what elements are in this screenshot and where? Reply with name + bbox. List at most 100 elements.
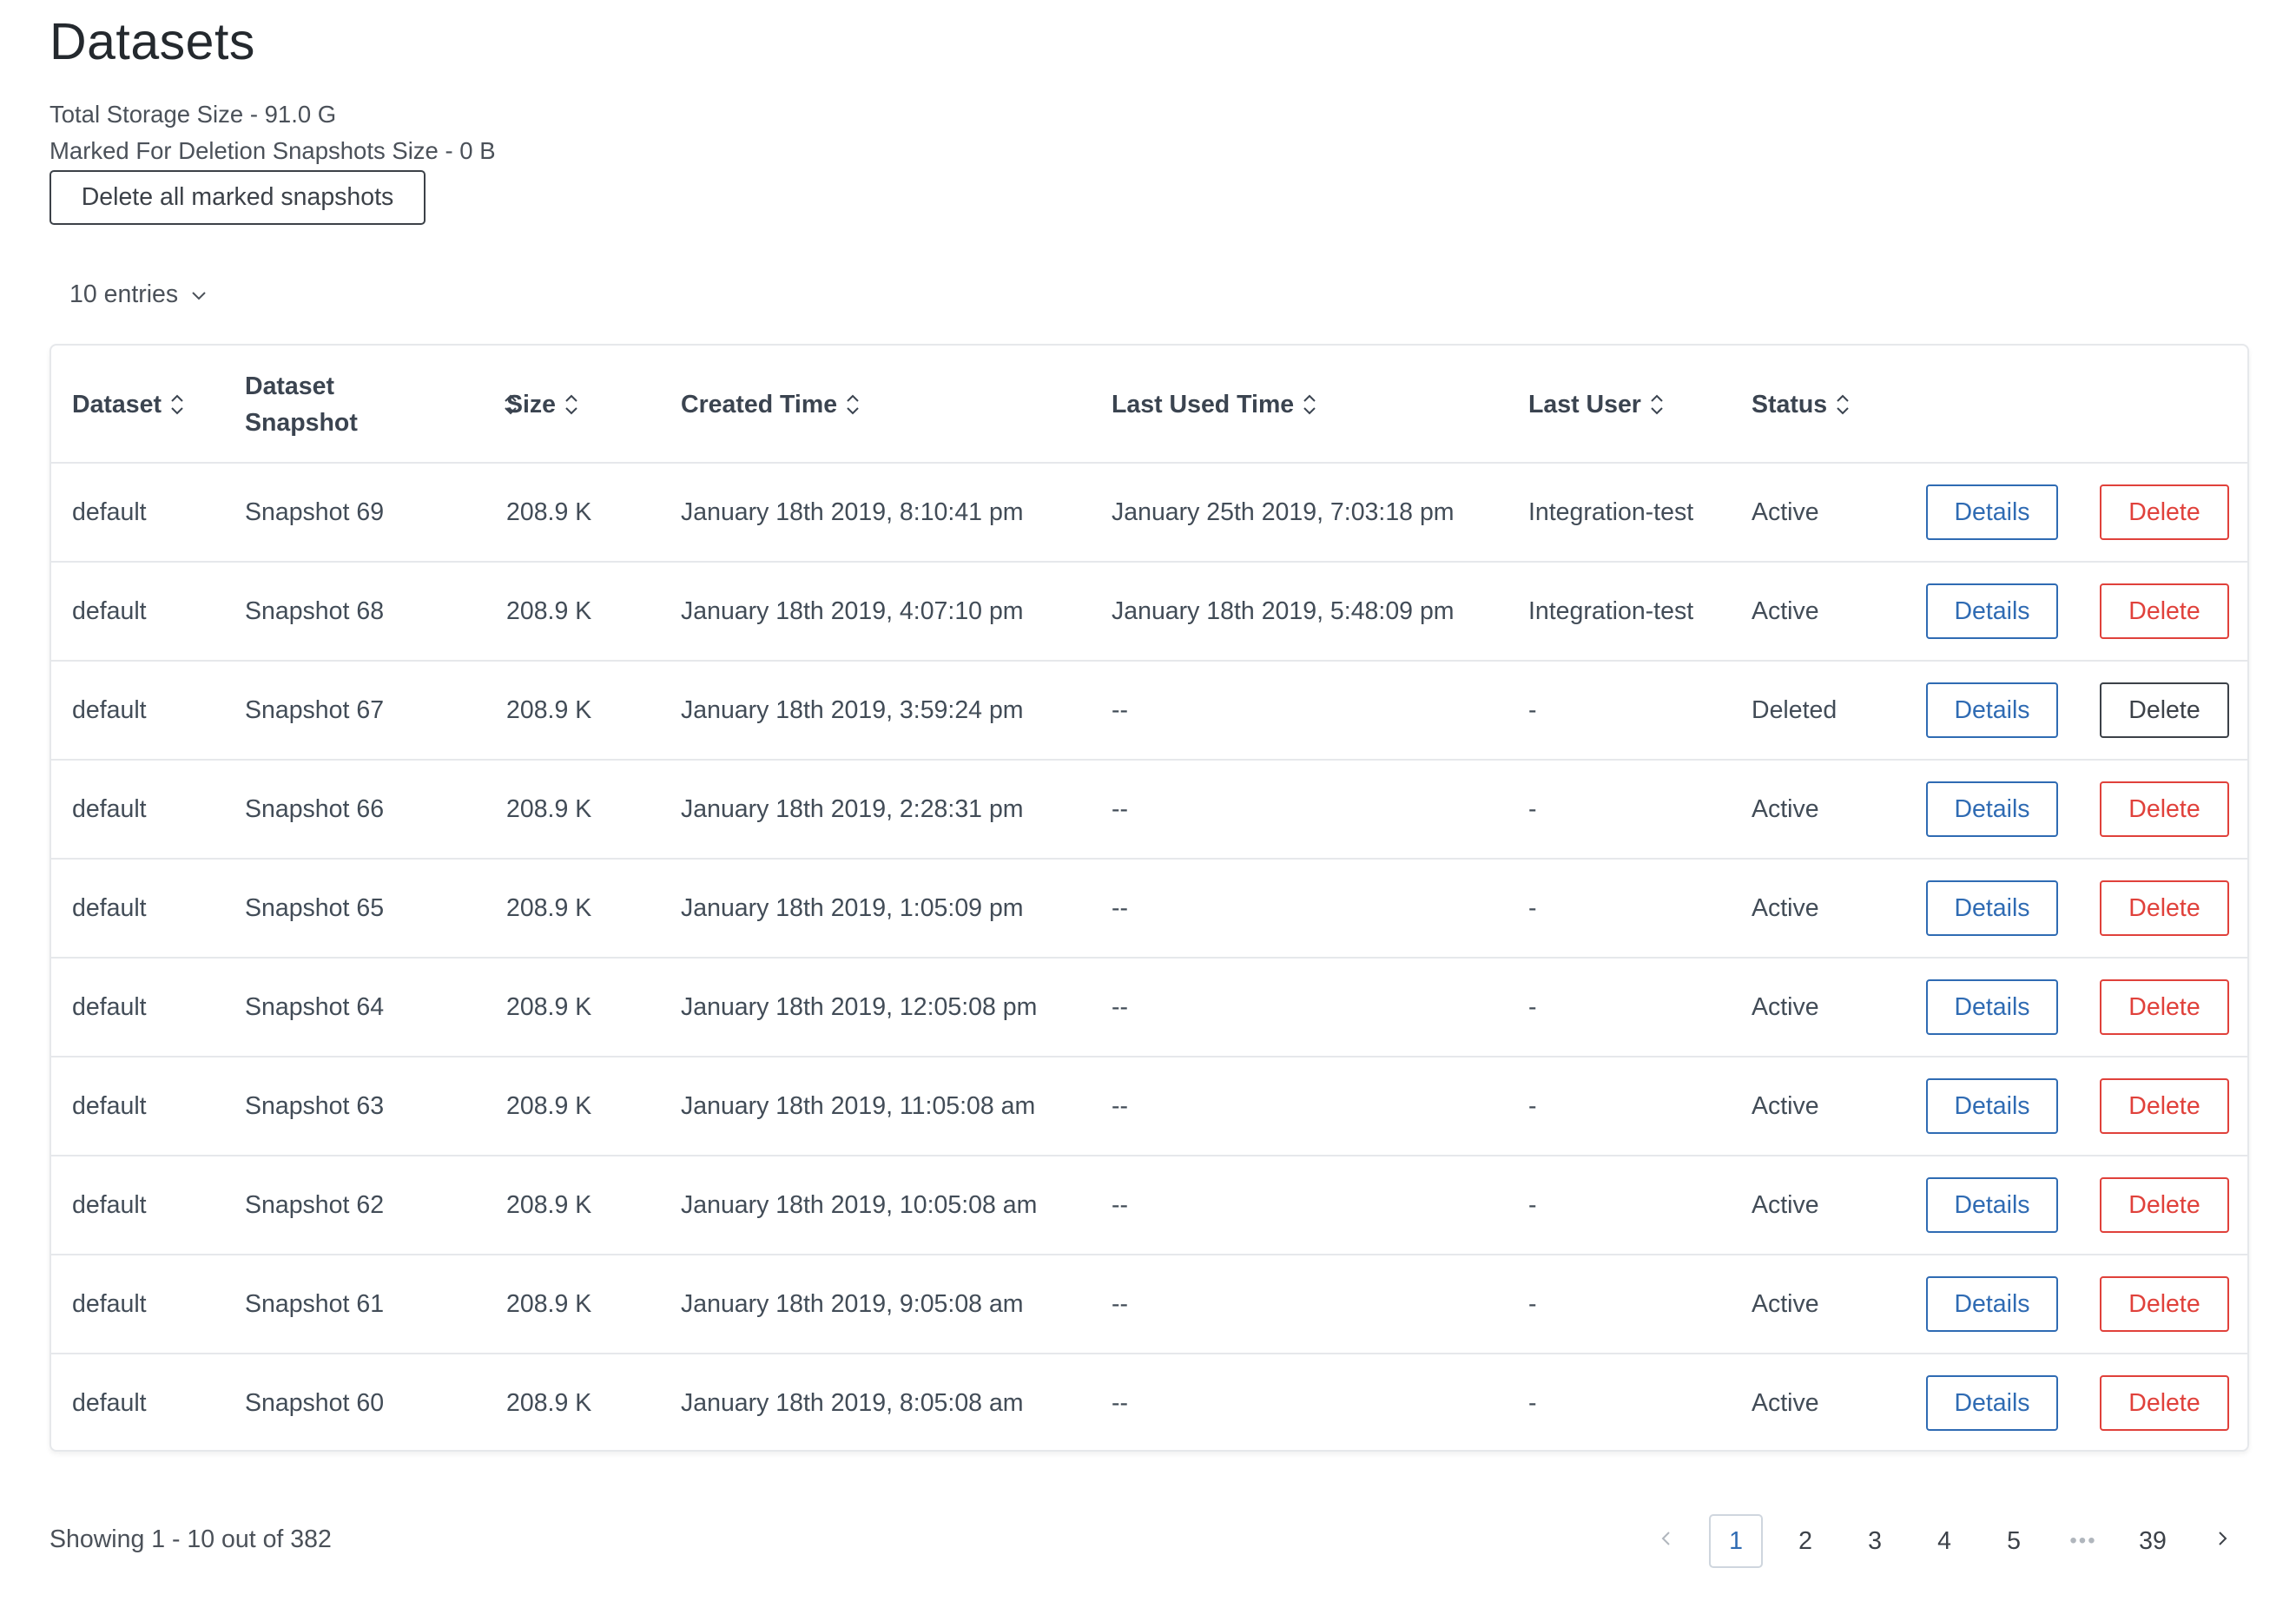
datasets-page: Datasets Total Storage Size - 91.0 G Mar… <box>0 0 2296 1601</box>
cell-last-user: Integration-test <box>1528 596 1694 625</box>
sort-icon <box>1302 392 1317 418</box>
details-button[interactable]: Details <box>1926 1177 2058 1233</box>
table-row: default Snapshot 65 208.9 K January 18th 20… <box>51 860 2247 959</box>
cell-size: 208.9 K <box>506 1190 592 1219</box>
cell-status: Active <box>1752 596 1819 625</box>
delete-button[interactable]: Delete <box>2100 682 2229 738</box>
cell-dataset: default <box>72 893 147 922</box>
column-header-last-user[interactable]: Last User <box>1528 346 1665 464</box>
cell-status: Active <box>1752 1388 1819 1417</box>
cell-created-time: January 18th 2019, 11:05:08 am <box>681 1091 1036 1120</box>
table-row: default Snapshot 60 208.9 K January 18th 20… <box>51 1354 2247 1450</box>
table-row: default Snapshot 68 208.9 K January 18th 20… <box>51 563 2247 662</box>
cell-status: Active <box>1752 992 1819 1021</box>
cell-dataset: default <box>72 1289 147 1318</box>
total-storage-size: Total Storage Size - 91.0 G <box>49 101 337 128</box>
details-button[interactable]: Details <box>1926 682 2058 738</box>
cell-last-user: - <box>1528 1190 1537 1219</box>
delete-button[interactable]: Delete <box>2100 1375 2229 1431</box>
cell-snapshot: Snapshot 62 <box>245 1190 385 1219</box>
cell-created-time: January 18th 2019, 2:28:31 pm <box>681 794 1024 823</box>
cell-last-used-time: -- <box>1112 1289 1128 1318</box>
pagination-prev-button[interactable] <box>1640 1514 1693 1568</box>
sort-icon <box>1835 392 1851 418</box>
chevron-down-icon <box>190 280 208 309</box>
details-button[interactable]: Details <box>1926 880 2058 936</box>
cell-last-used-time: January 18th 2019, 5:48:09 pm <box>1112 596 1455 625</box>
cell-dataset: default <box>72 596 147 625</box>
chevron-left-icon <box>1659 1527 1674 1556</box>
pagination-page-4[interactable]: 4 <box>1917 1514 1971 1568</box>
cell-last-used-time: -- <box>1112 992 1128 1021</box>
delete-button[interactable]: Delete <box>2100 979 2229 1035</box>
cell-dataset: default <box>72 794 147 823</box>
details-button[interactable]: Details <box>1926 583 2058 639</box>
cell-dataset: default <box>72 695 147 724</box>
column-header-dataset[interactable]: Dataset <box>72 346 185 464</box>
chevron-right-icon <box>2214 1527 2230 1556</box>
cell-last-user: - <box>1528 893 1537 922</box>
sort-icon <box>169 392 185 418</box>
details-button[interactable]: Details <box>1926 1078 2058 1134</box>
cell-snapshot: Snapshot 68 <box>245 596 385 625</box>
pagination-ellipsis[interactable]: ••• <box>2056 1514 2110 1568</box>
cell-created-time: January 18th 2019, 10:05:08 am <box>681 1190 1038 1219</box>
pagination-page-1[interactable]: 1 <box>1709 1514 1763 1568</box>
delete-button[interactable]: Delete <box>2100 1177 2229 1233</box>
pagination-next-button[interactable] <box>2195 1514 2249 1568</box>
table-row: default Snapshot 64 208.9 K January 18th 20… <box>51 959 2247 1057</box>
cell-size: 208.9 K <box>506 1388 592 1417</box>
dataset-snapshot-header-line-2: Snapshot <box>245 409 358 437</box>
sort-icon <box>845 392 861 418</box>
cell-size: 208.9 K <box>506 695 592 724</box>
cell-last-used-time: -- <box>1112 1091 1128 1120</box>
column-header-last-used-time[interactable]: Last Used Time <box>1112 346 1317 464</box>
delete-button[interactable]: Delete <box>2100 583 2229 639</box>
cell-dataset: default <box>72 1091 147 1120</box>
cell-snapshot: Snapshot 67 <box>245 695 385 724</box>
entries-per-page-select[interactable]: 10 entries <box>69 280 208 309</box>
cell-size: 208.9 K <box>506 497 592 526</box>
cell-status: Active <box>1752 1091 1819 1120</box>
cell-snapshot: Snapshot 64 <box>245 992 385 1021</box>
details-button[interactable]: Details <box>1926 781 2058 837</box>
pagination-page-last[interactable]: 39 <box>2126 1514 2180 1568</box>
details-button[interactable]: Details <box>1926 1276 2058 1332</box>
cell-last-user: - <box>1528 695 1537 724</box>
delete-all-marked-snapshots-button[interactable]: Delete all marked snapshots <box>49 170 426 225</box>
entries-per-page-value: 10 entries <box>69 280 179 308</box>
pagination-page-3[interactable]: 3 <box>1848 1514 1902 1568</box>
cell-snapshot: Snapshot 69 <box>245 497 385 526</box>
cell-snapshot: Snapshot 60 <box>245 1388 385 1417</box>
delete-button[interactable]: Delete <box>2100 1276 2229 1332</box>
cell-last-user: - <box>1528 794 1537 823</box>
showing-count: Showing 1 - 10 out of 382 <box>49 1525 332 1553</box>
delete-button[interactable]: Delete <box>2100 484 2229 540</box>
column-header-size[interactable]: Size <box>506 346 579 464</box>
column-header-dataset-snapshot[interactable]: Dataset Snapshot <box>245 346 517 464</box>
cell-size: 208.9 K <box>506 992 592 1021</box>
cell-dataset: default <box>72 1190 147 1219</box>
cell-snapshot: Snapshot 65 <box>245 893 385 922</box>
table-row: default Snapshot 62 208.9 K January 18th 20… <box>51 1156 2247 1255</box>
table-row: default Snapshot 61 208.9 K January 18th 20… <box>51 1255 2247 1354</box>
pagination-page-2[interactable]: 2 <box>1778 1514 1832 1568</box>
cell-created-time: January 18th 2019, 8:10:41 pm <box>681 497 1024 526</box>
delete-button[interactable]: Delete <box>2100 880 2229 936</box>
delete-button[interactable]: Delete <box>2100 781 2229 837</box>
table-header: Dataset Dataset Snapshot Size Created Tim… <box>51 346 2247 464</box>
cell-status: Deleted <box>1752 695 1837 724</box>
column-header-created-time[interactable]: Created Time <box>681 346 861 464</box>
delete-button[interactable]: Delete <box>2100 1078 2229 1134</box>
cell-dataset: default <box>72 497 147 526</box>
cell-created-time: January 18th 2019, 12:05:08 pm <box>681 992 1038 1021</box>
cell-size: 208.9 K <box>506 1289 592 1318</box>
dataset-snapshot-header-line-1: Dataset <box>245 372 334 400</box>
details-button[interactable]: Details <box>1926 484 2058 540</box>
column-header-status[interactable]: Status <box>1752 346 1851 464</box>
pagination-page-5[interactable]: 5 <box>1987 1514 2041 1568</box>
cell-size: 208.9 K <box>506 1091 592 1120</box>
details-button[interactable]: Details <box>1926 979 2058 1035</box>
cell-status: Active <box>1752 1190 1819 1219</box>
details-button[interactable]: Details <box>1926 1375 2058 1431</box>
